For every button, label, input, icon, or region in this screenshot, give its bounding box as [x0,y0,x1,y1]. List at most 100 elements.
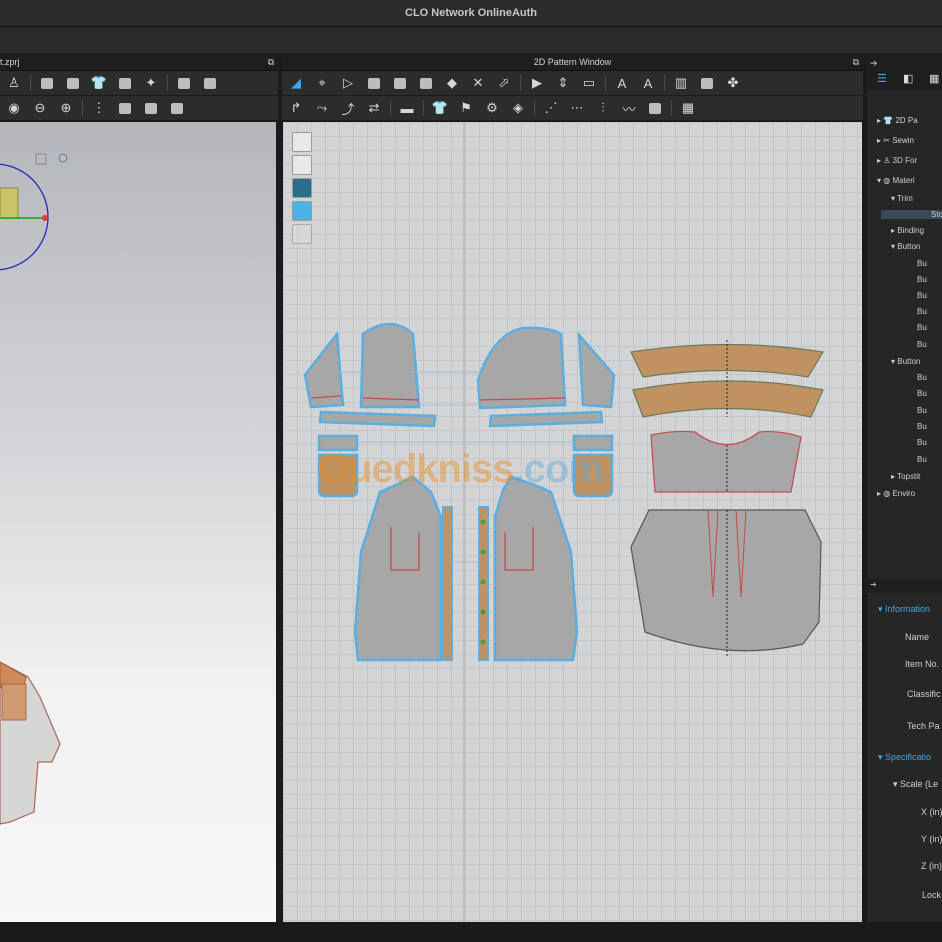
tree-item[interactable]: Bu [917,275,927,284]
topstitch-icon[interactable]: ⋰ [541,99,561,117]
tree-item[interactable]: Bu [917,438,927,447]
measure-icon[interactable] [174,74,194,92]
tree-item[interactable]: Sto [881,210,942,219]
tree-item[interactable]: ▸ ✂ Sewin [877,136,914,145]
garment-fit-icon[interactable] [63,74,83,92]
information-section-header[interactable]: ▾ Information [878,604,930,615]
3d-shirt-pocket[interactable] [1,683,27,721]
object-browser-tab-icon[interactable]: ☰ [877,72,887,85]
internal-polygon-icon[interactable] [416,74,436,92]
segment-topstitch-icon[interactable]: ⋯ [567,99,587,117]
panel-expand-icon[interactable]: ➔ [870,580,877,589]
shirt-icon[interactable]: 👕 [89,74,109,92]
avatar-outline-icon[interactable]: ✤ [723,74,743,92]
select-button-icon[interactable]: ⊕ [56,99,76,117]
left-cuff-piece[interactable] [318,410,437,428]
tree-item[interactable]: ▾ Trim [891,194,913,203]
tree-item[interactable]: Bu [917,323,927,332]
tree-item-label: Bu [917,259,927,268]
2d-pattern-canvas[interactable]: Ouedkniss.com [283,122,862,922]
collar-stand-piece[interactable] [632,380,824,418]
tree-item[interactable]: Bu [917,259,927,268]
puckering-icon[interactable] [645,99,665,117]
seam-allowance-icon[interactable]: ▭ [579,74,599,92]
annotation-icon[interactable]: A [612,74,632,92]
left-placket-piece[interactable] [442,506,453,661]
scale-group-header[interactable]: ▾ Scale (Le [893,779,938,790]
back-yoke-piece[interactable] [650,430,802,493]
gathering-icon[interactable]: ⚙ [482,99,502,117]
segment-sewing-icon[interactable]: ⤳ [312,99,332,117]
tree-item[interactable]: Bu [917,422,927,431]
free-sewing-icon[interactable]: ⤴ [338,99,358,117]
tree-item[interactable]: Bu [917,389,927,398]
gizmo-plane-handle[interactable] [0,187,19,219]
tree-item[interactable]: ▸ ♙ 3D For [877,156,917,165]
texture-icon[interactable] [141,99,161,117]
tree-item[interactable]: Bu [917,373,927,382]
free-topstitch-icon[interactable]: ⫶ [593,99,613,117]
tree-item[interactable]: ▸ 👕 2D Pa [877,116,918,125]
zipper-icon[interactable]: ⋮ [89,99,109,117]
slash-icon[interactable]: ⬀ [494,74,514,92]
button-tool-icon[interactable]: ◉ [4,99,24,117]
ruler-icon[interactable]: ⇕ [553,74,573,92]
fabric-tab-icon[interactable]: ▦ [929,72,939,85]
fold-icon[interactable] [115,74,135,92]
tack-icon[interactable]: ▬ [397,99,417,117]
gizmo-pin-icon[interactable] [58,153,68,163]
fold-arrange-icon[interactable]: 👕 [430,99,450,117]
panel-collapse-icon[interactable]: ➔ [870,58,878,69]
buttonhole-icon[interactable]: ⊖ [30,99,50,117]
specification-section-header[interactable]: ▾ Specificatio [878,752,931,763]
grid-icon[interactable]: ▦ [678,99,698,117]
zigzag-icon[interactable]: 〰 [619,99,639,117]
tree-item[interactable]: Bu [917,340,927,349]
pin-icon[interactable]: ✦ [141,74,161,92]
tree-item[interactable]: ▸ Binding [891,226,924,235]
polygon-icon[interactable] [364,74,384,92]
library-tab-icon[interactable]: ◧ [903,72,913,85]
3d-garment-viewport[interactable] [0,122,276,922]
notch-icon[interactable]: ▶ [527,74,547,92]
left-front-body-piece[interactable] [353,475,443,662]
right-cuff-piece[interactable] [488,410,604,428]
gizmo-axis-tip[interactable] [42,215,48,221]
tree-item[interactable]: Bu [917,406,927,415]
right-front-body-piece[interactable] [493,475,579,662]
gizmo-box-icon[interactable] [35,153,47,165]
right-sleeve-large-piece[interactable] [476,326,567,410]
tape-icon[interactable] [200,74,220,92]
graphic-icon[interactable] [167,99,187,117]
rectangle-icon[interactable] [390,74,410,92]
grading-icon[interactable]: ▥ [671,74,691,92]
tree-item[interactable]: ▾ ◍ Materi [877,176,915,185]
flip-icon[interactable] [697,74,717,92]
right-sleeve-small-piece[interactable] [577,331,616,409]
trim-icon[interactable] [115,99,135,117]
back-body-piece[interactable] [630,509,822,652]
elastic-icon[interactable]: ◈ [508,99,528,117]
tree-item[interactable]: Bu [917,307,927,316]
edit-curvature-icon[interactable]: ▷ [338,74,358,92]
transform-pattern-icon[interactable]: ◢ [286,74,306,92]
avatar-icon: ♙ [883,156,893,165]
avatar-tool-icon[interactable]: ♙ [4,74,24,92]
tree-item[interactable]: ▾ Button [891,357,920,366]
edit-sewing-icon[interactable]: ↱ [286,99,306,117]
pleat-icon[interactable]: ⚑ [456,99,476,117]
tree-item[interactable]: ▾ Button [891,242,920,251]
tree-item[interactable]: ▸ Topstit [891,472,920,481]
tree-item[interactable]: Bu [917,455,927,464]
text-icon[interactable]: A [638,74,658,92]
dart-icon[interactable]: ◆ [442,74,462,92]
trace-icon[interactable]: ✕ [468,74,488,92]
tree-item[interactable]: Bu [917,291,927,300]
tree-item[interactable]: ▸ ◍ Enviro [877,489,915,498]
popout-icon[interactable]: ⧉ [268,54,274,70]
multi-sewing-icon[interactable]: ⇄ [364,99,384,117]
left-sleeve-large-piece[interactable] [359,322,421,409]
edit-point-icon[interactable]: ⌖ [312,74,332,92]
popout-icon[interactable]: ⧉ [853,54,859,70]
select-mesh-icon[interactable] [37,74,57,92]
